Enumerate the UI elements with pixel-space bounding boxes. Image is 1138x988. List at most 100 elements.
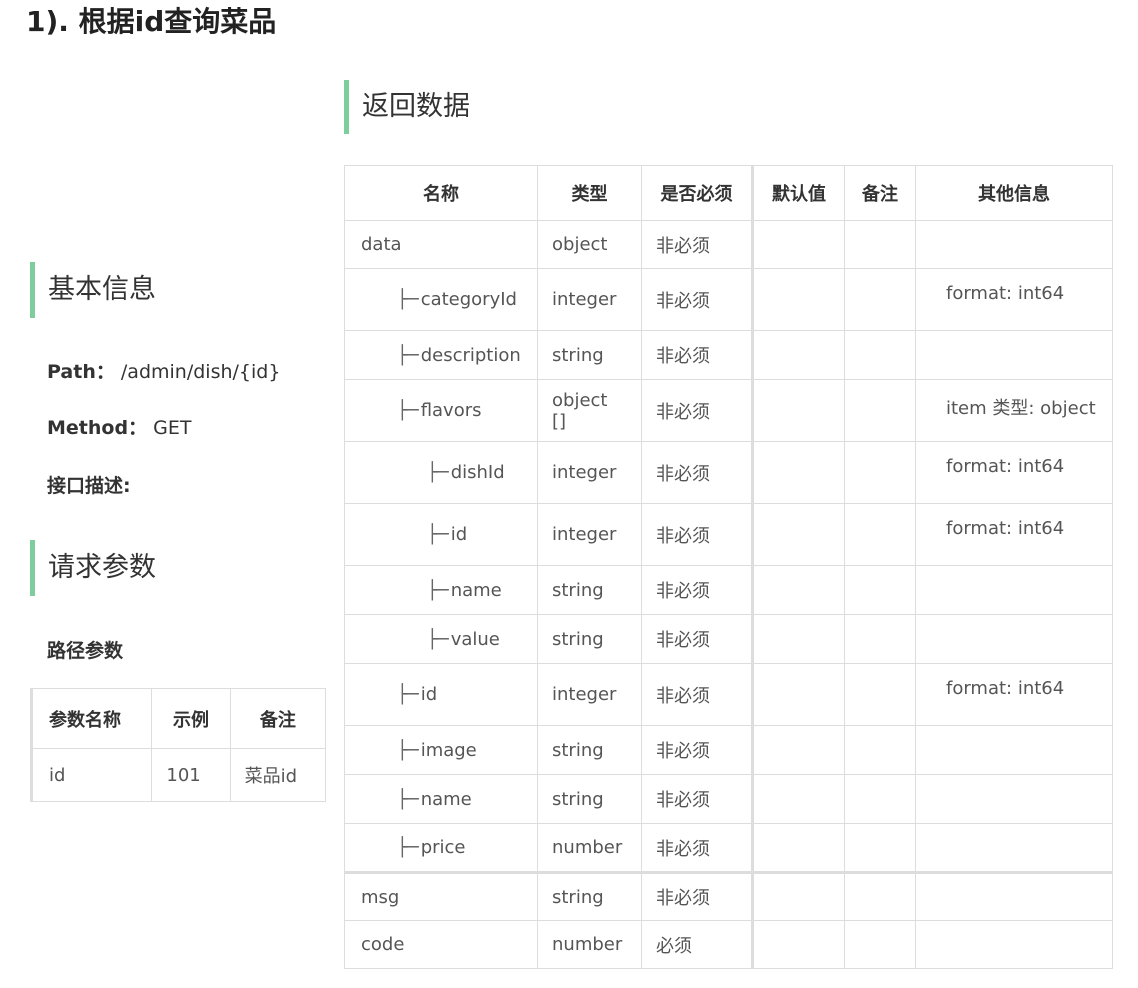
field-name: ├─ description [344,330,538,380]
table-row: ├─ description string 非必须 [344,330,1113,380]
tree-branch-icon: ├─ [427,579,449,601]
path-params-heading: 路径参数 [47,640,124,662]
field-type: string [537,614,642,664]
field-required: 非必须 [641,330,753,380]
field-type: integer [537,441,642,504]
table-row: ├─ name string 非必须 [344,774,1113,824]
table-row: ├─ id integer 非必须 format: int64 [344,503,1113,566]
field-name: ├─ id [344,663,538,726]
tree-branch-icon: ├─ [427,628,449,650]
field-name: ├─ image [344,725,538,775]
path-params-table: 参数名称 示例 备注 id 101 菜品id [30,688,327,802]
field-note [844,663,916,726]
tree-branch-icon: ├─ [427,524,449,545]
field-type: object [] [537,379,642,442]
tree-branch-icon: ├─ [397,739,419,761]
field-required: 必须 [641,920,753,969]
table-row: data object 非必须 [344,220,1113,269]
table-row: id 101 菜品id [30,748,327,802]
field-extra: format: int64 [915,663,1113,726]
field-extra [915,565,1113,615]
field-default [751,920,845,969]
field-extra [915,920,1113,969]
col-type-header: 类型 [537,165,642,221]
table-row: ├─ id integer 非必须 format: int64 [344,663,1113,726]
tree-branch-icon: ├─ [397,289,419,310]
field-extra [915,774,1113,824]
table-row: code number 必须 [344,920,1113,969]
col-required-header: 是否必须 [641,165,753,221]
field-type: string [537,330,642,380]
tree-branch-icon: ├─ [397,400,419,421]
request-heading: 请求参数 [30,540,156,596]
field-note [844,379,916,442]
table-row: ├─ image string 非必须 [344,725,1113,775]
description-label: 接口描述: [47,475,131,497]
field-type: number [537,823,642,874]
field-required: 非必须 [641,379,753,442]
param-example: 101 [151,748,231,802]
field-required: 非必须 [641,774,753,824]
field-note [844,330,916,380]
field-name: ├─ flavors [344,379,538,442]
tree-branch-icon: ├─ [427,462,449,483]
path-line: Path： /admin/dish/{id} [47,358,280,386]
field-note [844,220,916,269]
tree-branch-icon: ├─ [397,788,419,810]
tree-branch-icon: ├─ [397,684,419,705]
tree-branch-icon: ├─ [397,344,419,366]
field-note [844,614,916,664]
field-type: string [537,774,642,824]
field-required: 非必须 [641,725,753,775]
field-type: object [537,220,642,269]
field-extra: format: int64 [915,268,1113,331]
field-note [844,774,916,824]
field-default [751,268,845,331]
field-required: 非必须 [641,565,753,615]
col-extra-header: 其他信息 [915,165,1113,221]
field-required: 非必须 [641,220,753,269]
field-type: integer [537,663,642,726]
table-row: ├─ value string 非必须 [344,614,1113,664]
field-name: code [344,920,538,969]
col-default-header: 默认值 [751,165,845,221]
field-extra: format: int64 [915,441,1113,504]
field-extra: format: int64 [915,503,1113,566]
param-note: 菜品id [229,748,327,802]
field-default [751,872,845,921]
field-note [844,441,916,504]
response-header-row: 名称 类型 是否必须 默认值 备注 其他信息 [344,165,1113,221]
field-default [751,441,845,504]
table-row: ├─ price number 非必须 [344,823,1113,874]
tree-branch-icon: ├─ [397,837,419,858]
field-default [751,379,845,442]
param-note-header: 备注 [229,688,327,749]
field-default [751,725,845,775]
field-type: string [537,872,642,921]
field-name: ├─ name [344,774,538,824]
field-note [844,268,916,331]
field-required: 非必须 [641,872,753,921]
field-type: integer [537,503,642,566]
field-extra [915,872,1113,921]
method-value: GET [153,417,192,439]
field-extra [915,614,1113,664]
field-note [844,565,916,615]
basic-info-heading: 基本信息 [30,262,156,318]
field-note [844,872,916,921]
field-name: ├─ value [344,614,538,664]
path-params-header-row: 参数名称 示例 备注 [30,688,327,749]
field-extra [915,330,1113,380]
table-row: ├─ name string 非必须 [344,565,1113,615]
response-table: 名称 类型 是否必须 默认值 备注 其他信息 data object 非必须 ├… [344,165,1113,969]
field-name: ├─ price [344,823,538,874]
table-row: ├─ categoryId integer 非必须 format: int64 [344,268,1113,331]
path-value: /admin/dish/{id} [120,361,281,383]
field-note [844,823,916,874]
col-name-header: 名称 [344,165,538,221]
response-heading: 返回数据 [344,80,470,134]
field-default [751,823,845,874]
method-line: Method： GET [47,414,191,442]
field-required: 非必须 [641,268,753,331]
field-note [844,725,916,775]
